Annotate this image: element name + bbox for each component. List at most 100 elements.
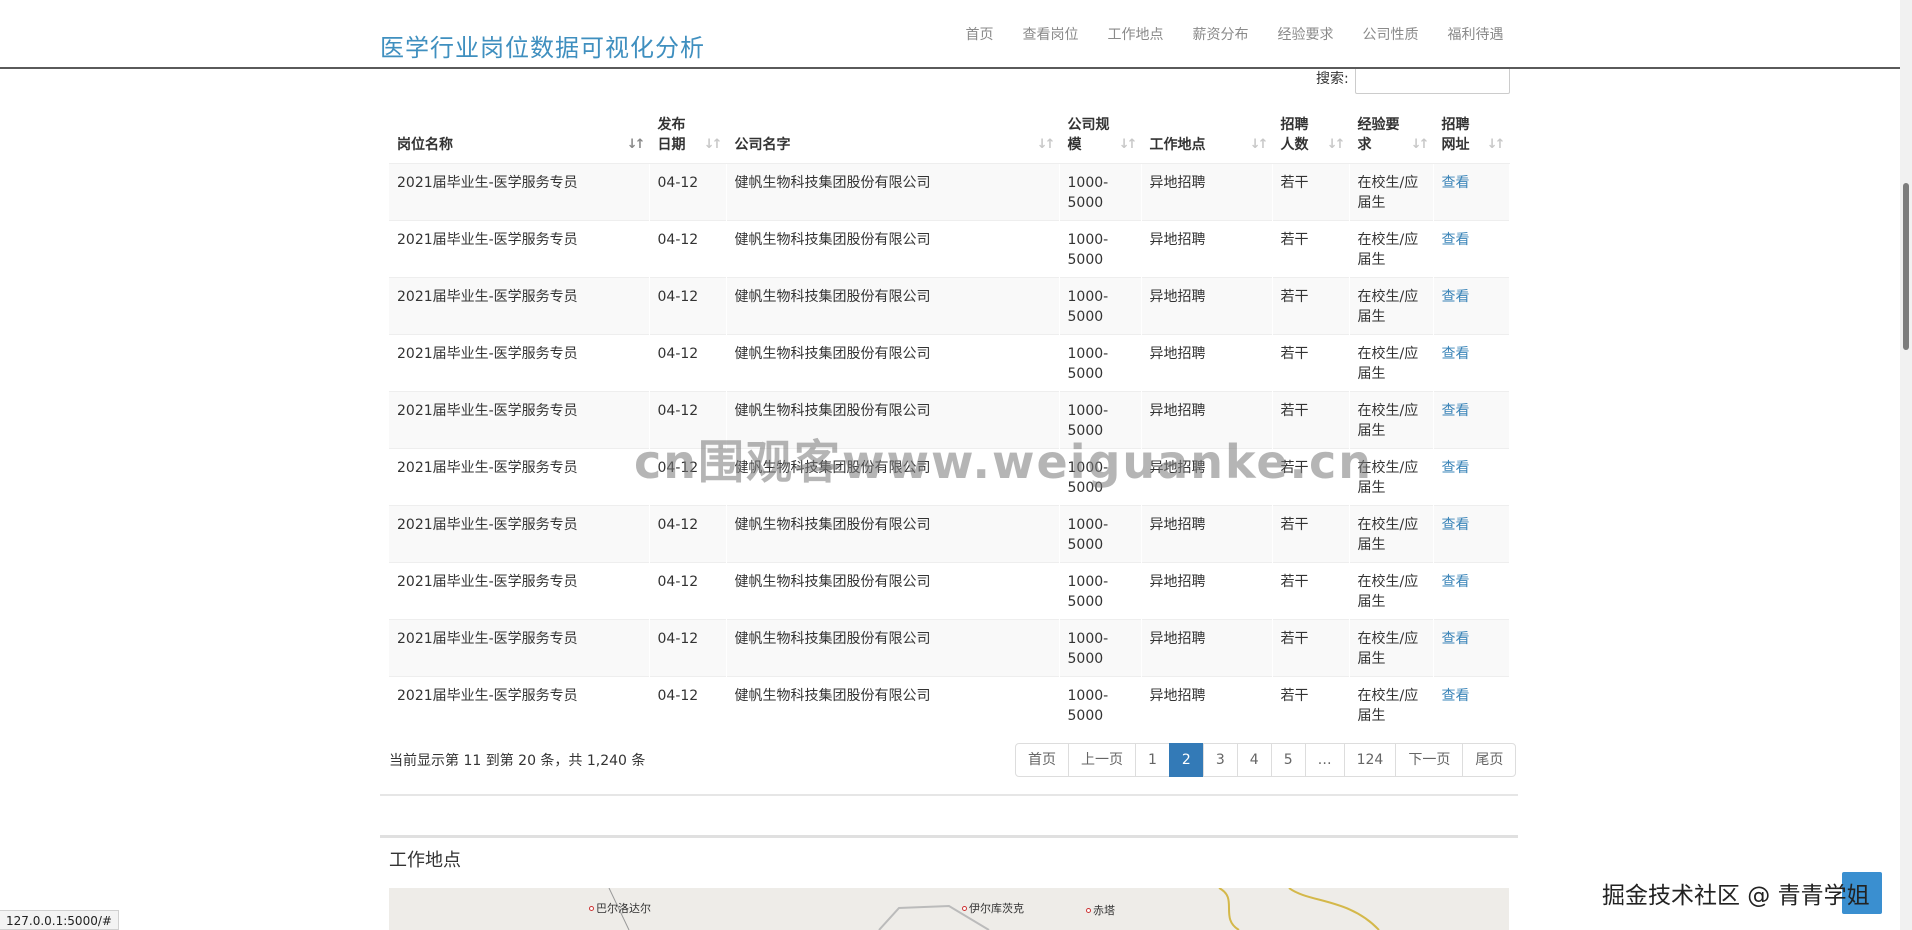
page-button[interactable]: 124 xyxy=(1343,743,1397,777)
cell-company-size: 1000- 5000 xyxy=(1059,618,1142,676)
page-button[interactable]: 5 xyxy=(1270,743,1306,777)
map-borders xyxy=(608,888,1380,930)
nav-home[interactable]: 首页 xyxy=(951,24,1008,46)
page-first-button[interactable]: 首页 xyxy=(1015,743,1069,777)
cell-url: 查看 xyxy=(1433,618,1510,676)
cell-location: 异地招聘 xyxy=(1141,618,1273,676)
cell-date: 04-12 xyxy=(649,675,727,733)
cell-job-title: 2021届毕业生-医学服务专员 xyxy=(389,276,650,334)
sort-asc-icon: ↓↑ xyxy=(626,136,646,152)
city-dot-icon xyxy=(962,905,967,911)
nav-jobs[interactable]: 查看岗位 xyxy=(1008,24,1093,46)
header-company[interactable]: 公司名字 ↓↑ xyxy=(726,105,1060,164)
status-bar-url: 127.0.0.1:5000/# xyxy=(0,910,119,930)
cell-url: 查看 xyxy=(1433,675,1510,733)
page-button[interactable]: 3 xyxy=(1202,743,1238,777)
cell-experience: 在校生/应 届生 xyxy=(1349,504,1434,562)
cell-url: 查看 xyxy=(1433,561,1510,619)
header-job-title[interactable]: 岗位名称 ↓↑ xyxy=(389,105,650,164)
map-city-label: 巴尔洛达尔 xyxy=(589,900,651,916)
sort-icon: ↓↑ xyxy=(1326,136,1346,152)
view-link[interactable]: 查看 xyxy=(1442,403,1470,419)
cell-location: 异地招聘 xyxy=(1141,504,1273,562)
cell-company: 健帆生物科技集团股份有限公司 xyxy=(726,504,1060,562)
cell-date: 04-12 xyxy=(649,333,727,391)
cell-job-title: 2021届毕业生-医学服务专员 xyxy=(389,675,650,733)
page-button[interactable]: 4 xyxy=(1236,743,1272,777)
city-dot-icon xyxy=(589,905,594,911)
page-button[interactable]: 1 xyxy=(1135,743,1170,777)
nav-benefits[interactable]: 福利待遇 xyxy=(1433,24,1518,46)
view-link[interactable]: 查看 xyxy=(1442,232,1470,248)
scrollbar-thumb[interactable] xyxy=(1903,183,1909,350)
cell-job-title: 2021届毕业生-医学服务专员 xyxy=(389,162,650,220)
nav-salary[interactable]: 薪资分布 xyxy=(1178,24,1263,46)
view-link[interactable]: 查看 xyxy=(1442,175,1470,191)
header-post-date[interactable]: 发布 日期 ↓↑ xyxy=(649,105,727,164)
nav-location[interactable]: 工作地点 xyxy=(1093,24,1178,46)
cell-headcount: 若干 xyxy=(1272,504,1350,562)
cell-company: 健帆生物科技集团股份有限公司 xyxy=(726,561,1060,619)
sort-icon: ↓↑ xyxy=(703,136,723,152)
view-link[interactable]: 查看 xyxy=(1442,517,1470,533)
cell-company-size: 1000- 5000 xyxy=(1059,504,1142,562)
cell-job-title: 2021届毕业生-医学服务专员 xyxy=(389,390,650,448)
cell-location: 异地招聘 xyxy=(1141,333,1273,391)
page-scrollbar[interactable] xyxy=(1900,0,1912,930)
view-link[interactable]: 查看 xyxy=(1442,688,1470,704)
top-navbar: 医学行业岗位数据可视化分析 首页 查看岗位 工作地点 薪资分布 经验要求 公司性… xyxy=(0,0,1900,69)
view-link[interactable]: 查看 xyxy=(1442,346,1470,362)
page-next-button[interactable]: 下一页 xyxy=(1395,743,1464,777)
cell-company-size: 1000- 5000 xyxy=(1059,561,1142,619)
cell-url: 查看 xyxy=(1433,276,1510,334)
header-headcount[interactable]: 招聘 人数 ↓↑ xyxy=(1272,105,1350,164)
table-row: 2021届毕业生-医学服务专员 04-12 健帆生物科技集团股份有限公司 1000- 5… xyxy=(389,504,1510,562)
sort-icon: ↓↑ xyxy=(1410,136,1430,152)
page-prev-button[interactable]: 上一页 xyxy=(1068,743,1136,777)
cell-experience: 在校生/应 届生 xyxy=(1349,333,1434,391)
table-row: 2021届毕业生-医学服务专员 04-12 健帆生物科技集团股份有限公司 1000- 5… xyxy=(389,675,1510,733)
table-row: 2021届毕业生-医学服务专员 04-12 健帆生物科技集团股份有限公司 1000- 5… xyxy=(389,618,1510,676)
page-last-button[interactable]: 尾页 xyxy=(1462,743,1517,777)
page-button-active[interactable]: 2 xyxy=(1168,743,1204,777)
header-location[interactable]: 工作地点 ↓↑ xyxy=(1141,105,1273,164)
cell-job-title: 2021届毕业生-医学服务专员 xyxy=(389,447,650,505)
cell-job-title: 2021届毕业生-医学服务专员 xyxy=(389,561,650,619)
header-experience[interactable]: 经验要求 ↓↑ xyxy=(1349,105,1434,164)
cell-headcount: 若干 xyxy=(1272,219,1350,277)
header-company-size[interactable]: 公司规模 ↓↑ xyxy=(1059,105,1142,164)
cell-job-title: 2021届毕业生-医学服务专员 xyxy=(389,618,650,676)
divider xyxy=(380,794,1518,796)
cell-url: 查看 xyxy=(1433,162,1510,220)
cell-date: 04-12 xyxy=(649,561,727,619)
cell-company: 健帆生物科技集团股份有限公司 xyxy=(726,162,1060,220)
table-row: 2021届毕业生-医学服务专员 04-12 健帆生物科技集团股份有限公司 1000- 5… xyxy=(389,333,1510,391)
cell-location: 异地招聘 xyxy=(1141,675,1273,733)
cell-url: 查看 xyxy=(1433,447,1510,505)
location-map[interactable]: 巴尔洛达尔 伊尔库茨克 赤塔 xyxy=(389,888,1509,930)
city-dot-icon xyxy=(1086,907,1091,913)
view-link[interactable]: 查看 xyxy=(1442,574,1470,590)
view-link[interactable]: 查看 xyxy=(1442,460,1470,476)
cell-experience: 在校生/应 届生 xyxy=(1349,561,1434,619)
cell-experience: 在校生/应 届生 xyxy=(1349,675,1434,733)
table-row: 2021届毕业生-医学服务专员 04-12 健帆生物科技集团股份有限公司 1000- 5… xyxy=(389,219,1510,277)
search-input[interactable] xyxy=(1354,66,1510,94)
cell-headcount: 若干 xyxy=(1272,333,1350,391)
site-brand[interactable]: 医学行业岗位数据可视化分析 xyxy=(380,28,705,63)
cell-company-size: 1000- 5000 xyxy=(1059,276,1142,334)
map-city-label: 伊尔库茨克 xyxy=(962,900,1024,916)
nav-company-type[interactable]: 公司性质 xyxy=(1348,24,1433,46)
cell-url: 查看 xyxy=(1433,333,1510,391)
header-url[interactable]: 招聘 网址 ↓↑ xyxy=(1433,105,1510,164)
cell-headcount: 若干 xyxy=(1272,276,1350,334)
cell-headcount: 若干 xyxy=(1272,675,1350,733)
watermark: cn围观客www.weiguanke.cn xyxy=(634,435,1374,489)
cell-company-size: 1000- 5000 xyxy=(1059,333,1142,391)
section-title-location: 工作地点 xyxy=(389,850,461,871)
nav-experience[interactable]: 经验要求 xyxy=(1263,24,1348,46)
view-link[interactable]: 查看 xyxy=(1442,631,1470,647)
cell-date: 04-12 xyxy=(649,162,727,220)
view-link[interactable]: 查看 xyxy=(1442,289,1470,305)
cell-location: 异地招聘 xyxy=(1141,276,1273,334)
